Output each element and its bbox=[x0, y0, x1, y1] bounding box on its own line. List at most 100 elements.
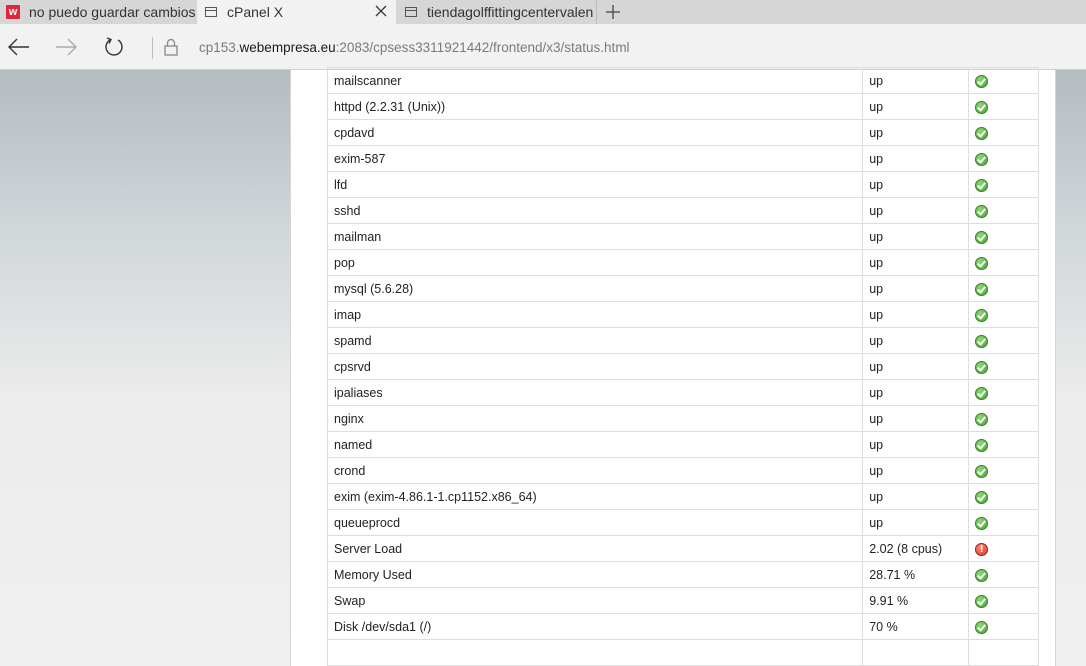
url-host: webempresa.eu bbox=[239, 40, 336, 55]
table-row: exim (exim-4.86.1-1.cp1152.x86_64) up bbox=[326, 483, 1039, 510]
close-icon[interactable] bbox=[374, 3, 388, 19]
table-row: named up bbox=[326, 431, 1039, 458]
service-status: 70 % bbox=[862, 613, 970, 640]
status-icon-cell bbox=[968, 639, 1039, 666]
service-name: cpdavd bbox=[326, 119, 864, 146]
check-icon bbox=[975, 568, 989, 582]
table-row bbox=[326, 639, 1039, 666]
check-icon bbox=[975, 412, 989, 426]
back-button[interactable] bbox=[4, 34, 34, 60]
service-name: Memory Used bbox=[326, 561, 864, 588]
divider bbox=[152, 37, 153, 59]
lock-icon[interactable] bbox=[163, 38, 179, 56]
tab-strip: w no puedo guardar cambios cPanel X tien… bbox=[0, 0, 1086, 24]
service-status: up bbox=[862, 119, 970, 146]
tab-title: tiendagolffittingcentervalen bbox=[427, 4, 594, 20]
status-icon-cell bbox=[968, 379, 1039, 406]
status-icon-cell bbox=[968, 561, 1039, 588]
check-icon bbox=[975, 386, 989, 400]
status-icon-cell bbox=[968, 353, 1039, 380]
url-field[interactable]: cp153.webempresa.eu:2083/cpsess331192144… bbox=[199, 40, 630, 55]
service-status: up bbox=[862, 509, 970, 536]
table-row: pop up bbox=[326, 249, 1039, 276]
service-status: up bbox=[862, 301, 970, 328]
status-table-body: mailscanner up httpd (2.2.31 (Unix)) up cpda… bbox=[326, 67, 1039, 666]
status-icon-cell bbox=[968, 327, 1039, 354]
table-row: mailscanner up bbox=[326, 67, 1039, 94]
status-icon-cell bbox=[968, 613, 1039, 640]
service-name: pop bbox=[326, 249, 864, 276]
service-name: exim-587 bbox=[326, 145, 864, 172]
status-icon-cell bbox=[968, 119, 1039, 146]
table-row: Memory Used 28.71 % bbox=[326, 561, 1039, 588]
service-status: up bbox=[862, 171, 970, 198]
check-icon bbox=[975, 256, 989, 270]
service-name: imap bbox=[326, 301, 864, 328]
check-icon bbox=[975, 308, 989, 322]
service-status: up bbox=[862, 405, 970, 432]
service-name: spamd bbox=[326, 327, 864, 354]
table-row: Server Load 2.02 (8 cpus)! bbox=[326, 535, 1039, 562]
service-name: mailscanner bbox=[326, 67, 864, 94]
forward-button[interactable] bbox=[51, 34, 81, 60]
status-icon-cell bbox=[968, 249, 1039, 276]
webempresa-logo-icon: w bbox=[6, 5, 20, 19]
service-status: up bbox=[862, 223, 970, 250]
status-icon-cell bbox=[968, 431, 1039, 458]
check-icon bbox=[975, 620, 989, 634]
service-status: up bbox=[862, 457, 970, 484]
service-status: up bbox=[862, 483, 970, 510]
check-icon bbox=[975, 126, 989, 140]
service-status: up bbox=[862, 353, 970, 380]
service-name: Server Load bbox=[326, 535, 864, 562]
service-name: Swap bbox=[326, 587, 864, 614]
service-name: mailman bbox=[326, 223, 864, 250]
tab-cpanel[interactable]: cPanel X bbox=[197, 0, 396, 24]
service-status: up bbox=[862, 67, 970, 94]
status-icon-cell bbox=[968, 301, 1039, 328]
status-icon-cell bbox=[968, 145, 1039, 172]
tab-no-puedo-guardar[interactable]: w no puedo guardar cambios bbox=[0, 0, 197, 24]
check-icon bbox=[975, 360, 989, 374]
status-icon-cell: ! bbox=[968, 535, 1039, 562]
service-status: 2.02 (8 cpus) bbox=[862, 535, 970, 562]
table-row: httpd (2.2.31 (Unix)) up bbox=[326, 93, 1039, 120]
service-status: up bbox=[862, 93, 970, 120]
table-row: cpdavd up bbox=[326, 119, 1039, 146]
service-status: 9.91 % bbox=[862, 587, 970, 614]
status-icon-cell bbox=[968, 275, 1039, 302]
service-name: named bbox=[326, 431, 864, 458]
status-icon-cell bbox=[968, 67, 1039, 94]
check-icon bbox=[975, 178, 989, 192]
new-tab-button[interactable] bbox=[598, 0, 628, 24]
url-prefix: cp153. bbox=[199, 40, 240, 55]
service-status: up bbox=[862, 431, 970, 458]
table-row: Swap 9.91 % bbox=[326, 587, 1039, 614]
check-icon bbox=[975, 516, 989, 530]
tab-tiendagolf[interactable]: tiendagolffittingcentervalen bbox=[397, 0, 597, 24]
service-name: nginx bbox=[326, 405, 864, 432]
service-status: up bbox=[862, 379, 970, 406]
table-row: mysql (5.6.28) up bbox=[326, 275, 1039, 302]
service-status: up bbox=[862, 275, 970, 302]
service-name: Disk /dev/sda1 (/) bbox=[326, 613, 864, 640]
service-name: crond bbox=[326, 457, 864, 484]
service-status: up bbox=[862, 197, 970, 224]
service-status: up bbox=[862, 249, 970, 276]
content-panel: mailscanner up httpd (2.2.31 (Unix)) up cpda… bbox=[290, 67, 1056, 666]
service-name: mysql (5.6.28) bbox=[326, 275, 864, 302]
table-row: lfd up bbox=[326, 171, 1039, 198]
status-icon-cell bbox=[968, 587, 1039, 614]
status-icon-cell bbox=[968, 197, 1039, 224]
service-status: 28.71 % bbox=[862, 561, 970, 588]
service-name: ipaliases bbox=[326, 379, 864, 406]
table-row: spamd up bbox=[326, 327, 1039, 354]
refresh-button[interactable] bbox=[99, 34, 129, 60]
service-name: lfd bbox=[326, 171, 864, 198]
service-name: cpsrvd bbox=[326, 353, 864, 380]
check-icon bbox=[975, 282, 989, 296]
table-row: imap up bbox=[326, 301, 1039, 328]
check-icon bbox=[975, 230, 989, 244]
page-icon bbox=[205, 7, 217, 17]
address-bar: cp153.webempresa.eu:2083/cpsess331192144… bbox=[0, 24, 1086, 70]
